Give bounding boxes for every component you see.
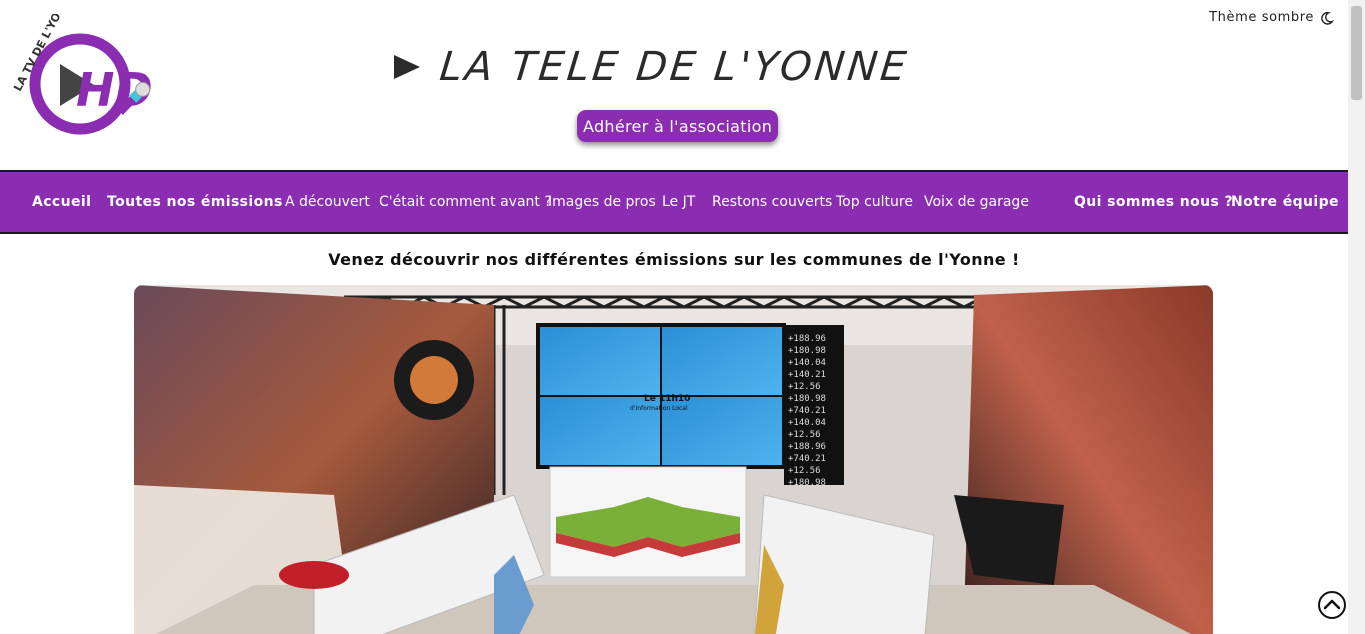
page-headline: Venez découvrir nos différentes émission… <box>328 250 1020 269</box>
ticker-5: +180.98 <box>788 394 826 404</box>
main-nav: Accueil Toutes nos émissions A découvert… <box>0 170 1348 234</box>
site-logo[interactable]: HD LA TV DE L'YONNE <box>12 14 157 144</box>
play-icon <box>394 55 420 79</box>
moon-icon <box>1321 11 1334 25</box>
site-header: HD LA TV DE L'YONNE Thème sombre LA TELE… <box>0 0 1348 170</box>
join-association-button[interactable]: Adhérer à l'association <box>577 110 779 142</box>
ticker-1: +180.98 <box>788 346 826 356</box>
nav-item-top-culture[interactable]: Top culture <box>836 172 913 232</box>
ticker-4: +12.56 <box>788 382 821 392</box>
ticker-0: +188.96 <box>788 334 826 344</box>
hero-studio-image: +188.96 +180.98 +140.04 +140.21 +12.56 +… <box>134 285 1213 634</box>
theme-toggle[interactable]: Thème sombre <box>1209 10 1334 25</box>
ticker-2: +140.04 <box>788 358 826 368</box>
hero-screen-subtext: d'Information Local <box>630 405 688 412</box>
page-scrollbar[interactable] <box>1348 0 1365 634</box>
hero-screen-text: Le 11h10 <box>644 394 690 404</box>
ticker-10: +740.21 <box>788 454 826 464</box>
site-title: LA TELE DE L'YONNE <box>392 44 912 90</box>
ticker-12: +180.98 <box>788 478 826 488</box>
ticker-7: +140.04 <box>788 418 826 428</box>
nav-item-notre-equipe[interactable]: Notre équipe <box>1231 172 1339 232</box>
chevron-up-circle-icon[interactable] <box>1317 590 1347 620</box>
theme-toggle-label: Thème sombre <box>1209 10 1314 25</box>
site-title-text: LA TELE DE L'YONNE <box>437 44 912 90</box>
ticker-3: +140.21 <box>788 370 826 380</box>
nav-item-images-de-pros[interactable]: Images de pros <box>548 172 656 232</box>
ticker-8: +12.56 <box>788 430 821 440</box>
nav-item-qui-sommes-nous[interactable]: Qui sommes nous ? <box>1074 172 1233 232</box>
nav-item-restons-couverts[interactable]: Restons couverts <box>712 172 832 232</box>
ticker-11: +12.56 <box>788 466 821 476</box>
nav-item-accueil[interactable]: Accueil <box>32 172 91 232</box>
nav-item-toutes-nos-emissions[interactable]: Toutes nos émissions <box>107 172 283 232</box>
ticker-6: +740.21 <box>788 406 826 416</box>
nav-item-a-decouvert[interactable]: A découvert <box>285 172 370 232</box>
studio-illustration: +188.96 +180.98 +140.04 +140.21 +12.56 +… <box>134 285 1213 634</box>
scrollbar-thumb[interactable] <box>1351 6 1362 100</box>
ticker-9: +188.96 <box>788 442 826 452</box>
nav-item-cetait-comment-avant[interactable]: C'était comment avant ? <box>379 172 552 232</box>
nav-item-voix-de-garage[interactable]: Voix de garage <box>924 172 1029 232</box>
nav-item-le-jt[interactable]: Le JT <box>662 172 695 232</box>
